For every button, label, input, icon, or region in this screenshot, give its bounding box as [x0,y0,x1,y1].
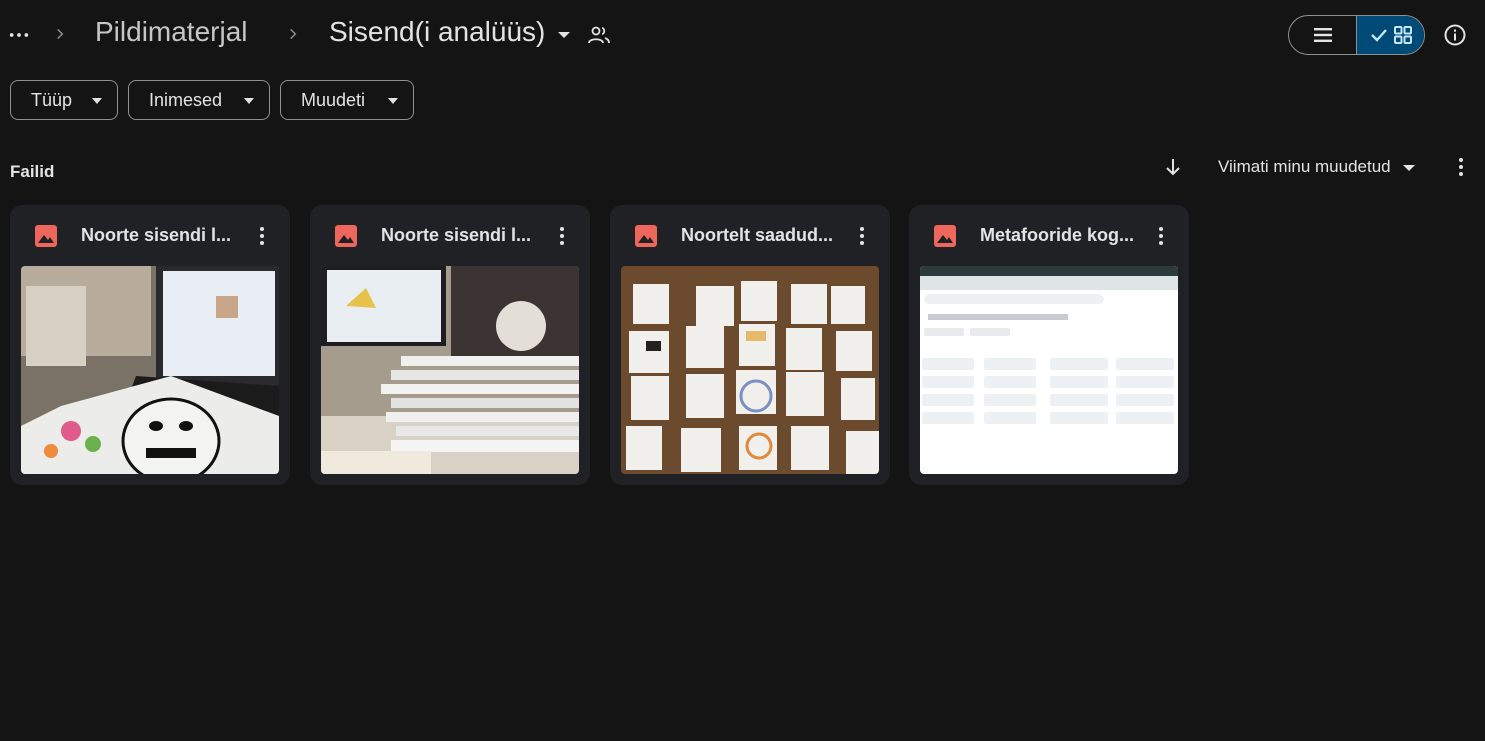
list-view-button[interactable] [1289,16,1357,54]
caret-down-icon[interactable] [557,30,571,40]
more-vert-icon[interactable] [1450,155,1472,179]
filter-people-label: Inimesed [149,89,223,110]
breadcrumb-parent[interactable]: Pildimaterjal [95,16,248,48]
arrow-down-icon[interactable] [1162,156,1184,178]
grid-view-icon [1393,26,1412,44]
info-icon[interactable] [1443,23,1467,47]
people-icon [588,26,610,44]
image-file-icon [335,225,357,247]
file-thumbnail [21,266,279,474]
file-title: Noorte sisendi l... [381,225,532,245]
file-thumbnail [621,266,879,474]
file-title: Metafooride kog... [980,225,1135,245]
more-vert-icon[interactable] [250,224,274,248]
chevron-right-icon [52,25,68,43]
sort-label[interactable]: Viimati minu muudetud [1218,157,1391,177]
image-file-icon [635,225,657,247]
section-title: Failid [10,162,55,181]
file-thumbnail [920,266,1178,474]
caret-down-icon [92,98,102,104]
file-thumbnail [321,266,579,474]
filter-type-label: Tüüp [31,89,73,110]
view-toggle [1288,15,1425,55]
file-title: Noortelt saadud... [681,225,834,245]
more-vert-icon[interactable] [850,224,874,248]
filter-people-chip[interactable]: Inimesed [128,80,270,120]
more-horiz-icon[interactable] [6,22,32,48]
file-title: Noorte sisendi l... [81,225,232,245]
chevron-right-icon [285,25,301,43]
caret-down-icon[interactable] [1402,164,1416,172]
file-card[interactable]: Noorte sisendi l... [10,205,290,485]
file-card[interactable]: Noortelt saadud... [610,205,890,485]
file-card[interactable]: Metafooride kog... [909,205,1189,485]
caret-down-icon [244,98,254,104]
check-icon [1370,29,1387,42]
filter-type-chip[interactable]: Tüüp [10,80,118,120]
more-vert-icon[interactable] [550,224,574,248]
header: Pildimaterjal Sisend(i analüüs) [0,0,1485,70]
image-file-icon [934,225,956,247]
list-view-icon [1313,28,1332,42]
breadcrumb-current-folder[interactable]: Sisend(i analüüs) [329,16,545,48]
grid-view-button[interactable] [1357,16,1424,54]
filter-modified-chip[interactable]: Muudeti [280,80,414,120]
more-vert-icon[interactable] [1149,224,1173,248]
filter-modified-label: Muudeti [301,89,366,110]
file-card[interactable]: Noorte sisendi l... [310,205,590,485]
caret-down-icon [388,98,398,104]
image-file-icon [35,225,57,247]
